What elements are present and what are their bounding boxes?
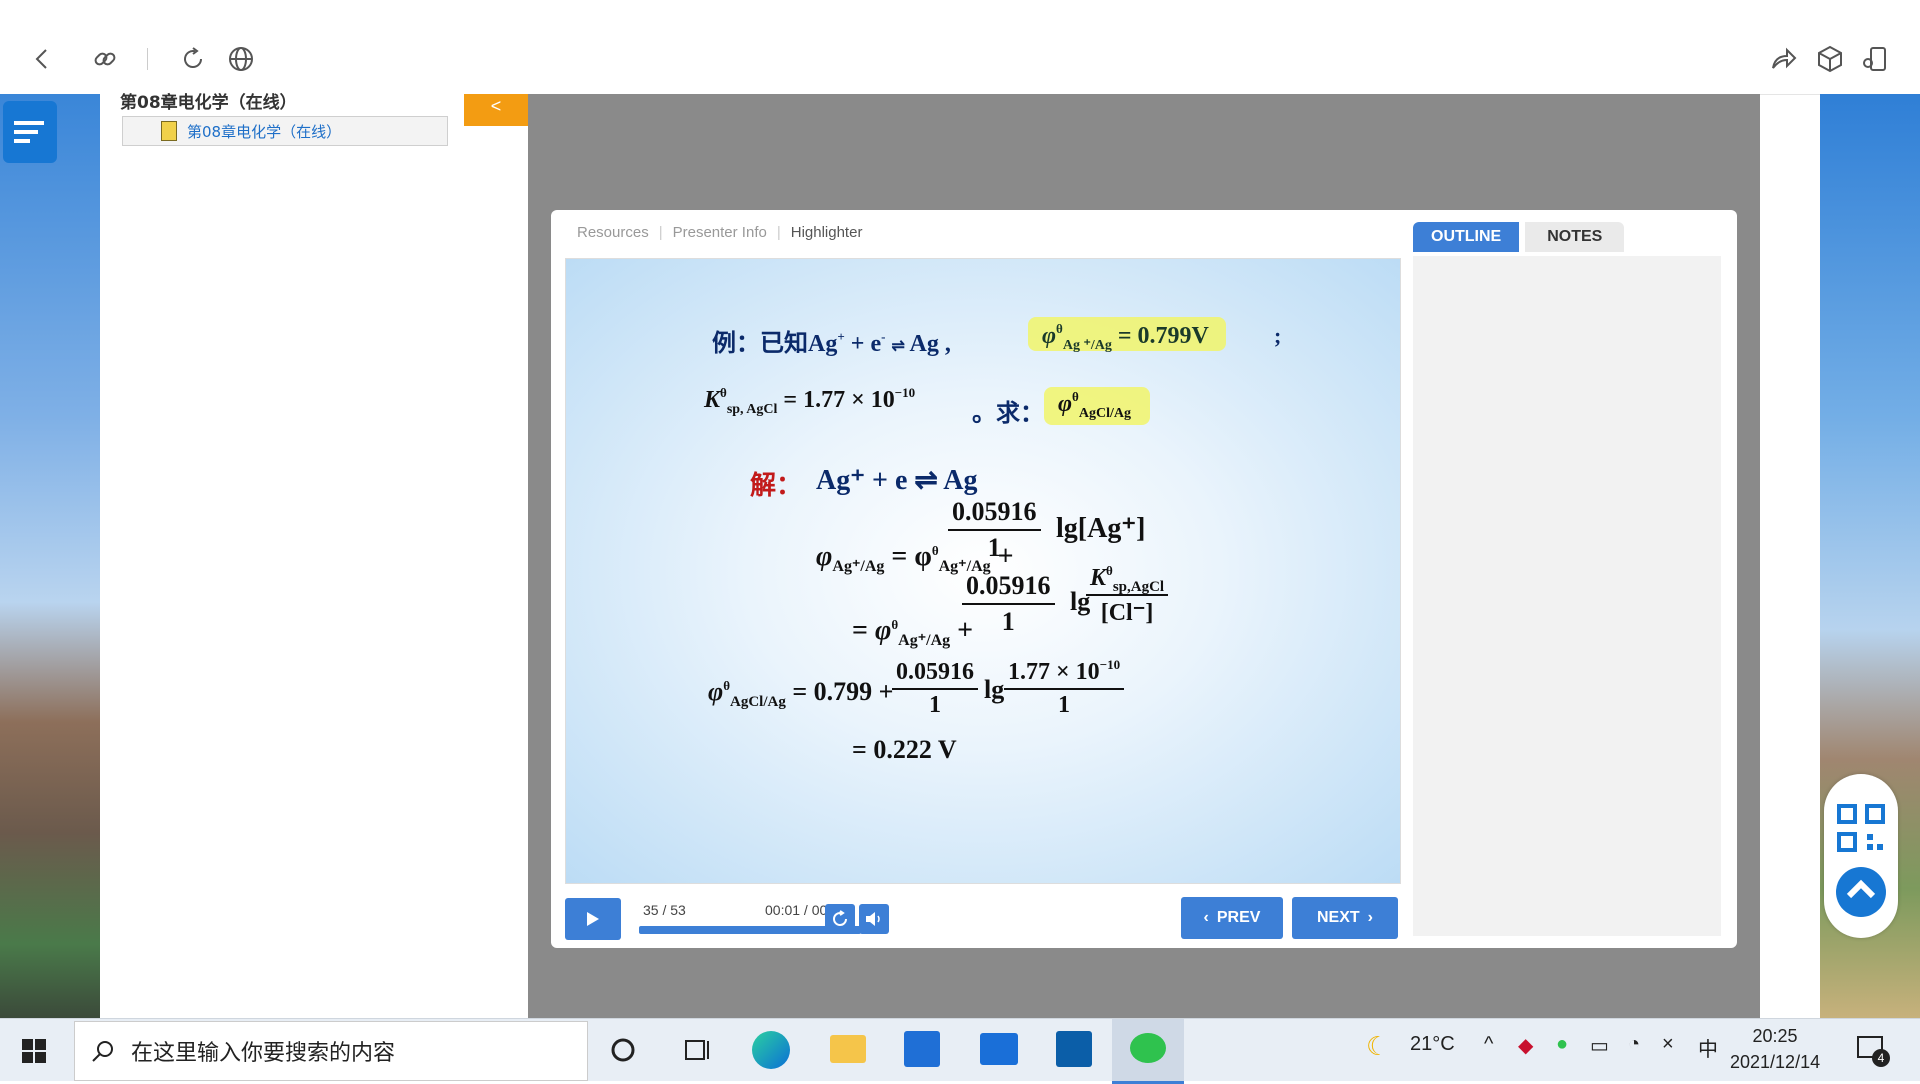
moon-icon: ☾ <box>1366 1031 1390 1061</box>
cube-icon[interactable] <box>1815 44 1845 74</box>
taskbar: 在这里输入你要搜索的内容 ☾ 21°C ^ ◆ ● ▭ ◔ × 中 20:25 … <box>0 1018 1920 1084</box>
browser-toolbar <box>0 0 1920 95</box>
edge-browser-icon[interactable] <box>752 1031 790 1069</box>
share-icon[interactable] <box>1768 44 1798 74</box>
ime-indicator[interactable]: 中 <box>1698 1033 1718 1062</box>
course-item[interactable]: 第08章电化学（在线） <box>122 116 448 146</box>
mail-icon[interactable] <box>980 1033 1018 1065</box>
fraction: 0.05916 1 <box>962 571 1055 637</box>
problem-line-2: Kθsp, AgCl = 1.77 × 10−10 <box>704 385 916 417</box>
collapse-sidebar-button[interactable]: < <box>464 94 528 126</box>
play-button[interactable] <box>565 898 621 940</box>
problem-target: φθAgCl/Ag <box>1058 389 1131 421</box>
clock-time: 20:25 <box>1752 1026 1798 1046</box>
cortana-icon[interactable] <box>610 1037 636 1068</box>
qr-code-icon <box>1837 804 1885 852</box>
search-icon <box>92 1041 113 1062</box>
highlighter-link[interactable]: Highlighter <box>791 224 863 241</box>
solution-label: 解： <box>750 471 803 500</box>
play-icon <box>587 912 599 926</box>
toolbar-divider <box>147 48 148 70</box>
speaker-icon <box>866 912 880 926</box>
chevron-left-icon: ‹ <box>1203 909 1209 926</box>
equation-1-tail: lg[Ag⁺] <box>1056 513 1146 544</box>
link-icon[interactable] <box>90 44 120 74</box>
mcafee-icon[interactable]: ◆ <box>1518 1033 1533 1058</box>
course-item-label: 第08章电化学（在线） <box>187 122 342 141</box>
chevron-right-icon: › <box>1367 909 1373 926</box>
problem-ask: 。求： <box>972 401 1044 427</box>
link-divider: | <box>776 224 781 241</box>
slide-counter: 35 / 53 <box>643 902 686 918</box>
wechat-taskbar-button[interactable] <box>1112 1019 1184 1084</box>
problem-potential: φθAg ⁺/Ag = 0.799V <box>1042 321 1209 353</box>
solution-reaction: Ag⁺ + e ⇌ Ag <box>816 465 978 496</box>
problem-line-1: 例：已知Ag+ + e- ⇌ Ag , <box>712 329 951 357</box>
fraction: 0.05916 1 <box>948 497 1041 563</box>
slide-canvas: 例：已知Ag+ + e- ⇌ Ag , φθAg ⁺/Ag = 0.799V ;… <box>565 258 1401 884</box>
back-icon[interactable] <box>28 44 58 74</box>
wechat-icon <box>1130 1033 1166 1063</box>
task-view-icon[interactable] <box>682 1037 710 1068</box>
tab-notes[interactable]: NOTES <box>1525 222 1625 252</box>
wechat-tray-icon[interactable]: ● <box>1556 1033 1568 1056</box>
battery-icon[interactable]: ▭ <box>1590 1033 1609 1058</box>
search-placeholder: 在这里输入你要搜索的内容 <box>131 1041 396 1066</box>
system-clock[interactable]: 20:25 2021/12/14 <box>1730 1023 1820 1075</box>
line-end: ; <box>1274 323 1282 348</box>
replay-icon <box>833 910 848 927</box>
prev-button[interactable]: ‹ PREV <box>1181 897 1283 939</box>
globe-icon[interactable] <box>226 44 256 74</box>
presentation-player: Resources | Presenter Info | Highlighter… <box>551 210 1737 948</box>
presenter-info-link[interactable]: Presenter Info <box>673 224 767 241</box>
notification-center[interactable]: 4 <box>1856 1035 1890 1070</box>
result: = 0.222 V <box>852 735 957 764</box>
clock-date: 2021/12/14 <box>1730 1052 1821 1072</box>
menu-icon <box>14 121 44 143</box>
refresh-icon[interactable] <box>178 44 208 74</box>
dell-app-icon[interactable] <box>1056 1031 1092 1067</box>
wifi-icon[interactable]: ◔ <box>1628 1033 1640 1056</box>
floating-widget <box>1824 774 1898 938</box>
lg-label: lg <box>984 675 1005 704</box>
volume-mute-icon[interactable]: × <box>1662 1033 1674 1056</box>
next-button[interactable]: NEXT › <box>1292 897 1398 939</box>
replay-button[interactable] <box>825 904 855 934</box>
scroll-top-icon <box>1836 867 1886 917</box>
outline-panel <box>1413 256 1721 936</box>
fraction: 0.05916 1 <box>892 659 978 719</box>
volume-button[interactable] <box>859 904 889 934</box>
background-image-left <box>0 94 100 1018</box>
notification-count: 4 <box>1872 1049 1890 1067</box>
side-tabs: OUTLINE NOTES <box>1413 222 1625 252</box>
weather-temp[interactable]: 21°C <box>1410 1033 1455 1056</box>
show-hidden-icons[interactable]: ^ <box>1484 1033 1493 1056</box>
document-icon <box>161 121 177 141</box>
user-icon[interactable] <box>1860 44 1890 74</box>
equation-3: φθAgCl/Ag = 0.799 + <box>708 677 894 710</box>
player-links: Resources | Presenter Info | Highlighter <box>577 224 862 241</box>
resources-link[interactable]: Resources <box>577 224 649 241</box>
taskbar-search[interactable]: 在这里输入你要搜索的内容 <box>74 1021 588 1081</box>
fraction: 1.77 × 10−10 1 <box>1004 657 1125 719</box>
course-title: 第08章电化学（在线） <box>120 93 297 113</box>
file-explorer-icon[interactable] <box>830 1035 866 1063</box>
store-icon[interactable] <box>904 1031 940 1067</box>
ksp-fraction: Kθsp,AgCl [Cl⁻] <box>1086 563 1169 627</box>
link-divider: | <box>658 224 663 241</box>
windows-start-icon[interactable] <box>22 1039 46 1068</box>
equation-2: = φθAg⁺/Ag + <box>852 615 974 649</box>
tab-outline[interactable]: OUTLINE <box>1413 222 1520 252</box>
menu-button[interactable] <box>3 101 57 163</box>
course-sidebar: 第08章电化学（在线） 第08章电化学（在线） <box>100 93 557 1018</box>
